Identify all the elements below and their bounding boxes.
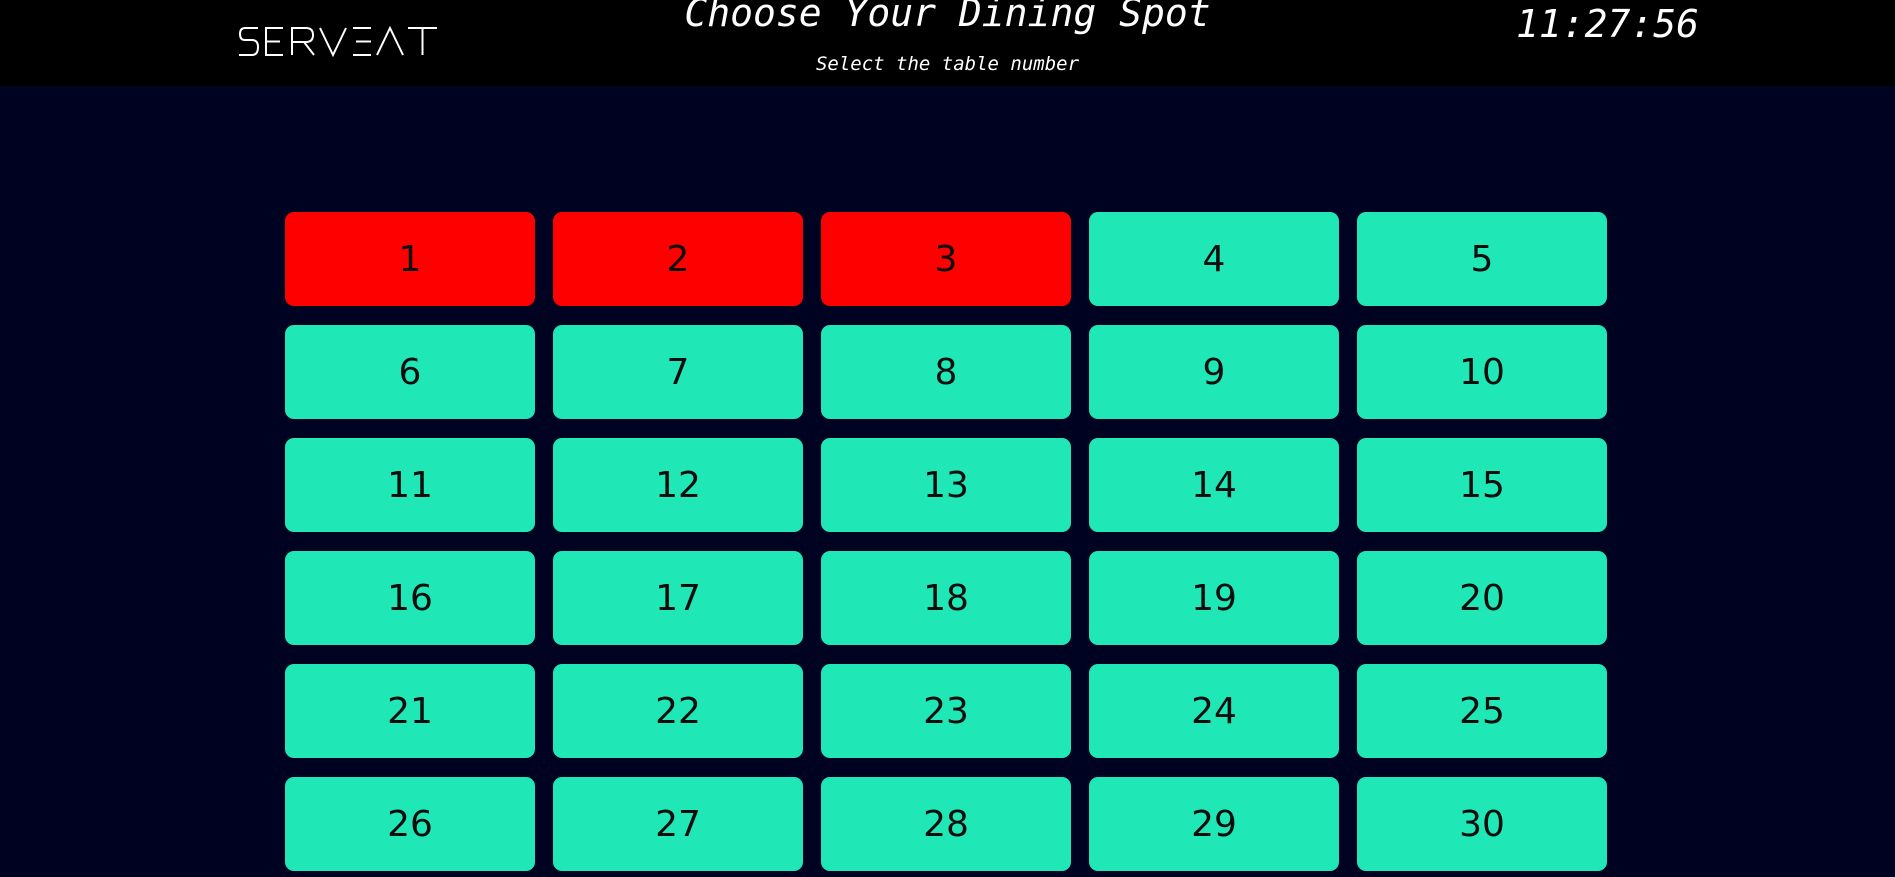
table-button-1[interactable]: 1 [285,212,535,306]
table-button-29[interactable]: 29 [1089,777,1339,871]
clock: 11:27:56 [1515,2,1700,46]
table-button-22[interactable]: 22 [553,664,803,758]
table-button-21[interactable]: 21 [285,664,535,758]
table-button-13[interactable]: 13 [821,438,1071,532]
table-button-3[interactable]: 3 [821,212,1071,306]
table-button-10[interactable]: 10 [1357,325,1607,419]
table-button-26[interactable]: 26 [285,777,535,871]
table-button-27[interactable]: 27 [553,777,803,871]
table-button-24[interactable]: 24 [1089,664,1339,758]
table-button-19[interactable]: 19 [1089,551,1339,645]
table-button-14[interactable]: 14 [1089,438,1339,532]
table-button-20[interactable]: 20 [1357,551,1607,645]
table-button-23[interactable]: 23 [821,664,1071,758]
table-button-4[interactable]: 4 [1089,212,1339,306]
table-grid: 1 2 3 4 5 6 7 8 9 10 11 12 13 14 15 16 17 18 19 20 21 22 23 24 2… [285,212,1607,871]
page-subtitle: Select the table number [815,53,1080,75]
table-button-30[interactable]: 30 [1357,777,1607,871]
table-button-11[interactable]: 11 [285,438,535,532]
table-button-6[interactable]: 6 [285,325,535,419]
table-button-16[interactable]: 16 [285,551,535,645]
table-button-8[interactable]: 8 [821,325,1071,419]
table-button-5[interactable]: 5 [1357,212,1607,306]
table-button-18[interactable]: 18 [821,551,1071,645]
table-button-28[interactable]: 28 [821,777,1071,871]
table-button-15[interactable]: 15 [1357,438,1607,532]
table-button-12[interactable]: 12 [553,438,803,532]
table-button-25[interactable]: 25 [1357,664,1607,758]
table-button-17[interactable]: 17 [553,551,803,645]
table-button-7[interactable]: 7 [553,325,803,419]
top-bar: Choose Your Dining Spot Select the table… [0,0,1895,86]
table-button-9[interactable]: 9 [1089,325,1339,419]
table-button-2[interactable]: 2 [553,212,803,306]
